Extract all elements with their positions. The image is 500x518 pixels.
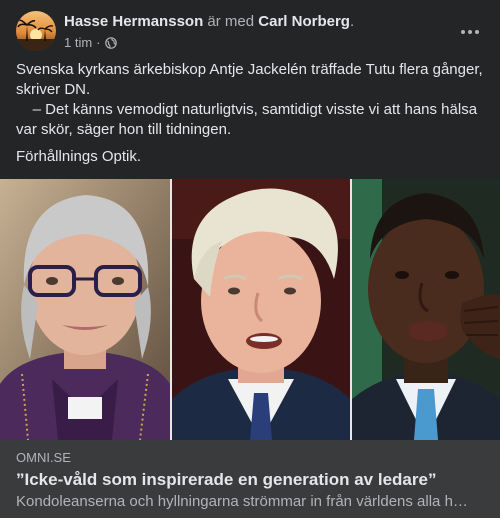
- link-preview-image[interactable]: [0, 179, 500, 440]
- with-text: är med: [207, 13, 255, 30]
- link-description: Kondoleanserna och hyllningarna strömmar…: [16, 493, 468, 510]
- meta-dot: ·: [96, 35, 101, 50]
- tagged-name[interactable]: Carl Norberg: [258, 13, 350, 30]
- photo-archbishop: [0, 179, 170, 440]
- post-paragraph-3: Förhållnings Optik.: [16, 148, 142, 165]
- globe-icon[interactable]: [104, 36, 117, 49]
- photo-politician: [172, 179, 350, 440]
- avatar[interactable]: [16, 11, 56, 51]
- link-domain: OMNI.SE: [16, 450, 71, 465]
- post-time[interactable]: 1 tim: [64, 35, 92, 50]
- author-name[interactable]: Hasse Hermansson: [64, 13, 203, 30]
- post-paragraph-1: Svenska kyrkans ärkebiskop Antje Jackelé…: [16, 61, 483, 98]
- byline-period: .: [349, 13, 355, 30]
- post-body: Svenska kyrkans ärkebiskop Antje Jackelé…: [16, 60, 486, 167]
- post-card: Hasse Hermansson är med Carl Norberg. 1 …: [0, 0, 500, 518]
- post-meta: 1 tim ·: [64, 35, 117, 50]
- post-paragraph-2: – Det känns vemodigt naturligtvis, samti…: [16, 101, 478, 138]
- link-preview[interactable]: OMNI.SE ”Icke-våld som inspirerade en ge…: [0, 440, 500, 518]
- photo-leader: [352, 179, 500, 440]
- link-title[interactable]: ”Icke-våld som inspirerade en generation…: [16, 469, 484, 491]
- post-byline: Hasse Hermansson är med Carl Norberg.: [64, 12, 354, 31]
- more-options-icon[interactable]: [456, 18, 484, 46]
- post-header: Hasse Hermansson är med Carl Norberg. 1 …: [0, 0, 500, 60]
